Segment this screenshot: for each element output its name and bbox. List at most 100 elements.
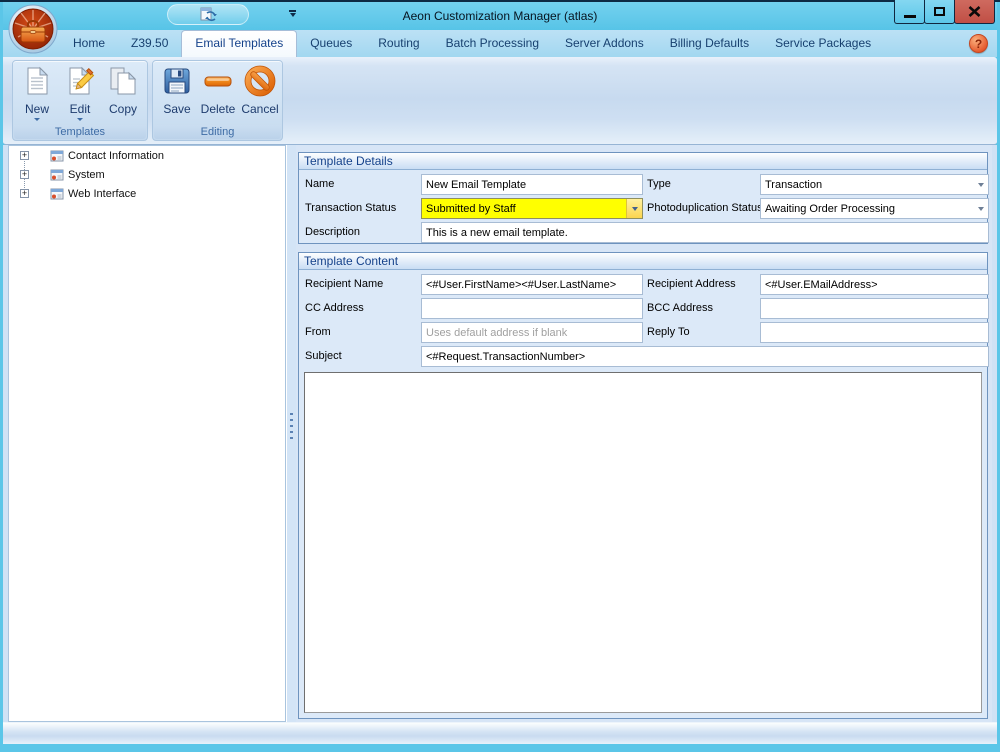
tab-email-templates[interactable]: Email Templates (181, 30, 297, 57)
save-button[interactable]: Save (156, 65, 198, 116)
delete-icon (202, 65, 234, 97)
window-controls (895, 0, 995, 24)
template-editor-panel: Template Details Name Type Transaction T… (296, 145, 992, 722)
edit-button-label: Edit (59, 103, 101, 116)
field-row: Description (299, 222, 987, 243)
tab-billing-defaults[interactable]: Billing Defaults (657, 30, 762, 57)
template-content-header: Template Content (299, 253, 987, 270)
tree-item-contact-information[interactable]: + Contact Information (9, 146, 285, 165)
subject-input[interactable] (421, 346, 989, 367)
description-label: Description (305, 226, 360, 238)
name-input[interactable] (421, 174, 643, 195)
photoduplication-status-value: Awaiting Order Processing (761, 203, 974, 215)
template-folder-icon (50, 149, 64, 163)
aeon-logo-icon (8, 4, 58, 54)
expand-icon[interactable]: + (20, 170, 29, 179)
reply-to-input[interactable] (760, 322, 989, 343)
tab-routing[interactable]: Routing (365, 30, 432, 57)
delete-button-label: Delete (197, 103, 239, 116)
new-document-icon (21, 65, 53, 97)
copy-documents-icon (107, 65, 139, 97)
close-button[interactable] (954, 0, 995, 24)
type-select[interactable]: Transaction (760, 174, 989, 195)
description-input[interactable] (421, 222, 989, 243)
transaction-status-select[interactable]: Submitted by Staff (421, 198, 643, 219)
new-dropdown-arrow-icon[interactable] (34, 118, 40, 121)
cc-address-input[interactable] (421, 298, 643, 319)
recipient-address-label: Recipient Address (647, 278, 736, 290)
cancel-button-label: Cancel (239, 103, 281, 116)
copy-button-label: Copy (102, 103, 144, 116)
name-label: Name (305, 178, 334, 190)
recipient-name-label: Recipient Name (305, 278, 383, 290)
template-body-textarea[interactable] (304, 372, 982, 713)
from-input[interactable] (421, 322, 643, 343)
bcc-address-input[interactable] (760, 298, 989, 319)
app-window: Aeon Customization Manager (atlas) (0, 0, 1000, 752)
qat-overflow-chevron-icon[interactable] (288, 10, 297, 18)
tree-item-web-interface[interactable]: + Web Interface (9, 184, 285, 203)
help-button[interactable]: ? (969, 34, 988, 53)
subject-label: Subject (305, 350, 342, 362)
type-select-value: Transaction (761, 179, 974, 191)
status-bar (3, 722, 997, 744)
window-title: Aeon Customization Manager (atlas) (3, 9, 997, 23)
expand-icon[interactable]: + (20, 189, 29, 198)
tab-queues[interactable]: Queues (297, 30, 365, 57)
edit-document-icon (64, 65, 96, 97)
chevron-down-icon[interactable] (974, 207, 988, 211)
tab-server-addons[interactable]: Server Addons (552, 30, 657, 57)
new-button[interactable]: New (16, 65, 58, 121)
type-label: Type (647, 178, 671, 190)
field-row: From Reply To (299, 322, 987, 343)
close-icon (968, 6, 981, 17)
tab-service-packages[interactable]: Service Packages (762, 30, 884, 57)
tree-item-system[interactable]: + System (9, 165, 285, 184)
expand-icon[interactable]: + (20, 151, 29, 160)
application-menu-button[interactable] (8, 4, 58, 54)
chevron-down-icon[interactable] (626, 199, 642, 218)
tab-batch-processing[interactable]: Batch Processing (433, 30, 552, 57)
field-row: Recipient Name Recipient Address (299, 274, 987, 295)
ribbon-tab-bar: Home Z39.50 Email Templates Queues Routi… (3, 30, 997, 57)
minimize-icon (904, 15, 916, 18)
maximize-icon (934, 7, 945, 16)
template-details-group: Template Details Name Type Transaction T… (298, 152, 988, 244)
recipient-name-input[interactable] (421, 274, 643, 295)
ribbon-group-templates: New Edit (12, 60, 148, 141)
save-floppy-icon (161, 65, 193, 97)
title-bar[interactable]: Aeon Customization Manager (atlas) (3, 2, 997, 30)
ribbon-group-templates-label: Templates (14, 125, 146, 139)
recipient-address-input[interactable] (760, 274, 989, 295)
ribbon-group-editing-label: Editing (154, 125, 281, 139)
photoduplication-status-label: Photoduplication Status (647, 202, 763, 214)
field-row: Transaction Status Submitted by Staff Ph… (299, 198, 987, 219)
new-button-label: New (16, 103, 58, 116)
copy-button[interactable]: Copy (102, 65, 144, 116)
chevron-down-icon[interactable] (974, 183, 988, 187)
reply-to-label: Reply To (647, 326, 690, 338)
panel-splitter[interactable] (286, 145, 296, 722)
bcc-address-label: BCC Address (647, 302, 713, 314)
tree-item-label: System (68, 169, 105, 181)
maximize-button[interactable] (924, 0, 955, 24)
cancel-icon (244, 65, 276, 97)
quick-access-toolbar[interactable] (167, 4, 249, 25)
tab-home[interactable]: Home (60, 30, 118, 57)
tab-z3950[interactable]: Z39.50 (118, 30, 181, 57)
cancel-button[interactable]: Cancel (239, 65, 281, 116)
template-content-group: Template Content Recipient Name Recipien… (298, 252, 988, 719)
ribbon: New Edit (3, 57, 997, 145)
field-row: Subject (299, 346, 987, 367)
transaction-status-label: Transaction Status (305, 202, 396, 214)
minimize-button[interactable] (894, 0, 925, 24)
edit-button[interactable]: Edit (59, 65, 101, 121)
delete-button[interactable]: Delete (197, 65, 239, 116)
qat-refresh-icon[interactable] (199, 7, 217, 22)
photoduplication-status-select[interactable]: Awaiting Order Processing (760, 198, 989, 219)
save-button-label: Save (156, 103, 198, 116)
template-folder-icon (50, 187, 64, 201)
template-details-header: Template Details (299, 153, 987, 170)
edit-dropdown-arrow-icon[interactable] (77, 118, 83, 121)
from-label: From (305, 326, 331, 338)
